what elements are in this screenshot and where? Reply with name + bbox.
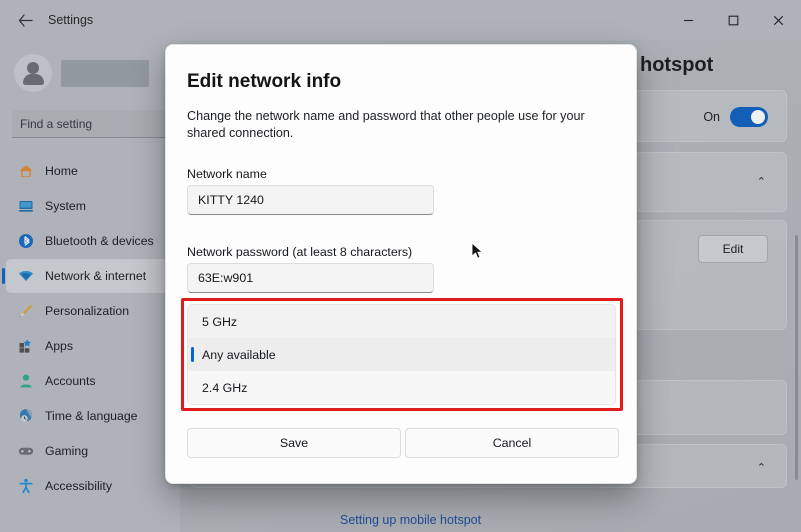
highlight-annotation-box bbox=[181, 298, 623, 411]
network-name-input[interactable]: KITTY 1240 bbox=[187, 185, 434, 215]
network-password-input[interactable]: 63E:w901 bbox=[187, 263, 434, 293]
edit-network-info-dialog: Edit network info Change the network nam… bbox=[165, 44, 637, 484]
network-password-label: Network password (at least 8 characters) bbox=[187, 245, 413, 259]
network-name-label: Network name bbox=[187, 167, 267, 181]
dialog-title: Edit network info bbox=[187, 71, 342, 92]
cancel-button[interactable]: Cancel bbox=[405, 428, 619, 458]
mouse-cursor-icon bbox=[471, 242, 484, 259]
settings-window: Settings Find a setting Home System Blue… bbox=[0, 0, 801, 532]
dialog-description: Change the network name and password tha… bbox=[187, 109, 585, 140]
save-button[interactable]: Save bbox=[187, 428, 401, 458]
